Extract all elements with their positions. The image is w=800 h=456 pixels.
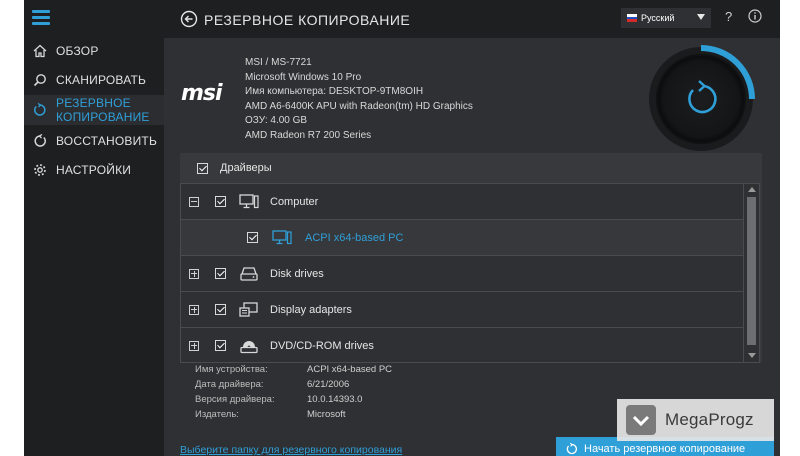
drivers-panel: Драйверы Computer ACPI x64-based PC Disk… — [180, 153, 762, 363]
detail-value: Microsoft — [307, 409, 346, 420]
detail-key: Имя устройства: — [195, 364, 268, 375]
drivers-header: Драйверы — [180, 153, 762, 183]
tree-row-dvd-drives[interactable]: DVD/CD-ROM drives — [181, 328, 743, 362]
backup-ring-button[interactable] — [646, 44, 756, 154]
detail-value: 10.0.14393.0 — [307, 394, 363, 405]
msi-logo: msi — [181, 81, 223, 106]
sidebar-item-label-group: РЕЗЕРВНОЕ КОПИРОВАНИЕ — [56, 96, 150, 124]
sidebar-item-backup[interactable]: РЕЗЕРВНОЕ КОПИРОВАНИЕ — [24, 95, 164, 125]
system-gpu: AMD Radeon R7 200 Series — [245, 129, 372, 141]
tree-row-display-adapters[interactable]: Display adapters — [181, 292, 743, 328]
sidebar-item-scan[interactable]: СКАНИРОВАТЬ — [24, 69, 164, 91]
tree-scrollbar[interactable] — [743, 184, 759, 362]
disk-drive-icon — [239, 266, 259, 282]
start-backup-label: Начать резервное копирование — [584, 443, 746, 455]
drivers-checkbox[interactable] — [197, 162, 208, 174]
header-bar: РЕЗЕРВНОЕ КОПИРОВАНИЕ Русский ? — [164, 0, 780, 38]
row-checkbox[interactable] — [215, 268, 226, 279]
system-ram: ОЗУ: 4.00 GB — [245, 115, 308, 126]
detail-value: 6/21/2006 — [307, 379, 350, 390]
backup-icon — [566, 443, 577, 455]
home-icon — [32, 43, 48, 59]
language-select[interactable]: Русский — [621, 8, 711, 28]
sidebar-item-label: КОПИРОВАНИЕ — [56, 110, 150, 124]
sidebar-item-label: НАСТРОЙКИ — [56, 163, 132, 177]
drivers-label: Драйверы — [220, 162, 272, 174]
system-cpu: AMD A6-6400K APU with Radeon(tm) HD Grap… — [245, 100, 473, 112]
backup-icon — [32, 102, 48, 118]
tree-row-label: ACPI x64-based PC — [305, 231, 404, 244]
sidebar-item-label: ОБЗОР — [56, 44, 99, 58]
language-value: Русский — [641, 13, 675, 23]
tree-row-label: Computer — [270, 195, 319, 208]
tree-row-acpi[interactable]: ACPI x64-based PC — [181, 220, 743, 256]
sidebar-item-label: СКАНИРОВАТЬ — [56, 73, 147, 87]
megaprogz-logo-icon — [626, 405, 656, 435]
driver-tree: Computer ACPI x64-based PC Disk drives D… — [180, 183, 760, 363]
back-arrow-icon[interactable] — [180, 10, 198, 28]
detail-value: ACPI x64-based PC — [307, 364, 393, 375]
row-checkbox[interactable] — [247, 232, 258, 243]
scroll-thumb[interactable] — [747, 197, 756, 345]
collapse-icon[interactable] — [189, 196, 199, 207]
system-model: MSI / MS-7721 — [245, 57, 312, 68]
dvd-drive-icon — [239, 338, 259, 354]
sidebar-item-label: РЕЗЕРВНОЕ — [56, 96, 131, 110]
detail-key: Издатель: — [195, 409, 239, 420]
sidebar-item-restore[interactable]: ВОССТАНОВИТЬ — [24, 130, 164, 152]
menu-icon[interactable] — [32, 10, 50, 26]
row-checkbox[interactable] — [215, 304, 226, 315]
tree-row-label: Display adapters — [270, 303, 352, 316]
tree-row-label: Disk drives — [270, 267, 324, 280]
sidebar: ОБЗОР СКАНИРОВАТЬ РЕЗЕРВНОЕ КОПИРОВАНИЕ … — [24, 0, 164, 456]
main-content: msi MSI / MS-7721 Microsoft Windows 10 P… — [164, 38, 780, 456]
page-title: РЕЗЕРВНОЕ КОПИРОВАНИЕ — [204, 12, 411, 28]
sidebar-item-settings[interactable]: НАСТРОЙКИ — [24, 159, 164, 181]
russia-flag-icon — [627, 14, 637, 22]
row-checkbox[interactable] — [215, 340, 226, 351]
info-icon[interactable] — [748, 9, 762, 23]
system-info: MSI / MS-7721 Microsoft Windows 10 Pro И… — [245, 56, 473, 143]
monitor-icon — [272, 230, 292, 246]
expand-icon[interactable] — [189, 304, 199, 315]
gear-icon — [32, 162, 48, 178]
expand-icon[interactable] — [189, 268, 199, 279]
watermark: MegaProgz — [617, 399, 774, 441]
help-icon[interactable]: ? — [725, 9, 732, 24]
sidebar-item-label: ВОССТАНОВИТЬ — [56, 134, 158, 148]
system-os: Microsoft Windows 10 Pro — [245, 71, 362, 83]
row-checkbox[interactable] — [215, 196, 226, 207]
detail-key: Версия драйвера: — [195, 394, 275, 405]
tree-row-label: DVD/CD-ROM drives — [270, 339, 374, 352]
tree-row-disk-drives[interactable]: Disk drives — [181, 256, 743, 292]
scroll-down-icon[interactable] — [748, 353, 756, 358]
system-computer-name: Имя компьютера: DESKTOP-9TM8OIH — [245, 86, 424, 97]
app-window: ОБЗОР СКАНИРОВАТЬ РЕЗЕРВНОЕ КОПИРОВАНИЕ … — [24, 0, 780, 456]
scroll-up-icon[interactable] — [748, 187, 756, 192]
display-adapter-icon — [239, 302, 259, 318]
restore-icon — [32, 133, 48, 149]
monitor-icon — [239, 194, 259, 210]
tree-row-computer[interactable]: Computer — [181, 184, 743, 220]
sidebar-item-overview[interactable]: ОБЗОР — [24, 40, 164, 62]
chevron-down-icon — [697, 14, 705, 20]
expand-icon[interactable] — [189, 340, 199, 351]
choose-folder-link[interactable]: Выберите папку для резервного копировани… — [180, 444, 402, 456]
search-icon — [32, 72, 48, 88]
watermark-text: MegaProgz — [665, 410, 754, 429]
detail-key: Дата драйвера: — [195, 379, 264, 390]
